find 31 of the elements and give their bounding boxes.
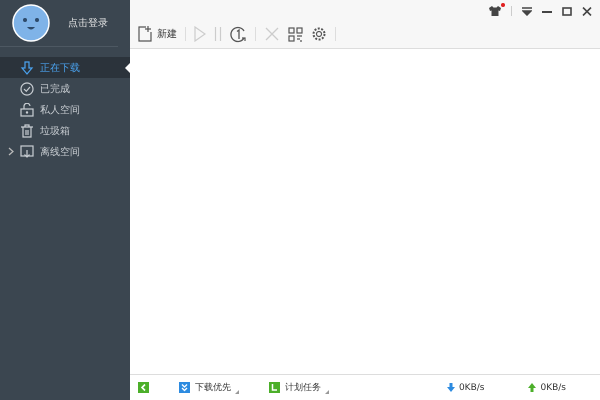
download-priority-button[interactable]: 下载优先 xyxy=(179,381,239,394)
double-chevron-icon xyxy=(179,382,190,393)
avatar-icon[interactable] xyxy=(12,4,50,42)
download-arrow-icon xyxy=(446,383,455,392)
login-link[interactable]: 点击登录 xyxy=(68,16,108,30)
new-task-button[interactable]: 新建 xyxy=(138,26,177,42)
scheduled-task-button[interactable]: 计划任务 xyxy=(269,381,329,394)
settings-icon[interactable] xyxy=(311,26,327,42)
close-icon[interactable] xyxy=(582,6,592,16)
check-circle-icon xyxy=(20,82,34,96)
sidebar-item[interactable]: 正在下载 xyxy=(0,57,130,78)
sidebar-item[interactable]: 垃圾箱 xyxy=(0,120,130,141)
cloud-download-icon xyxy=(20,144,34,158)
menu-caret-icon[interactable] xyxy=(522,6,532,16)
lock-icon xyxy=(20,102,34,116)
speed-limit-icon[interactable] xyxy=(230,26,247,42)
upload-speed: 0KB/s xyxy=(540,382,566,392)
sidebar-item[interactable]: 私人空间 xyxy=(0,99,130,120)
download-arrow-icon xyxy=(20,60,34,74)
grid-icon[interactable] xyxy=(288,26,303,42)
notification-dot xyxy=(501,3,505,7)
shirt-icon xyxy=(489,6,501,16)
maximize-icon[interactable] xyxy=(562,6,572,16)
back-button[interactable] xyxy=(138,382,149,393)
sidebar-item[interactable]: 已完成 xyxy=(0,78,130,99)
new-file-icon xyxy=(138,26,152,42)
trash-icon xyxy=(20,124,34,138)
download-speed: 0KB/s xyxy=(458,382,484,392)
chevron-icon[interactable] xyxy=(8,147,14,156)
sidebar-item[interactable]: 离线空间 xyxy=(0,141,130,162)
upload-arrow-icon xyxy=(528,383,536,392)
